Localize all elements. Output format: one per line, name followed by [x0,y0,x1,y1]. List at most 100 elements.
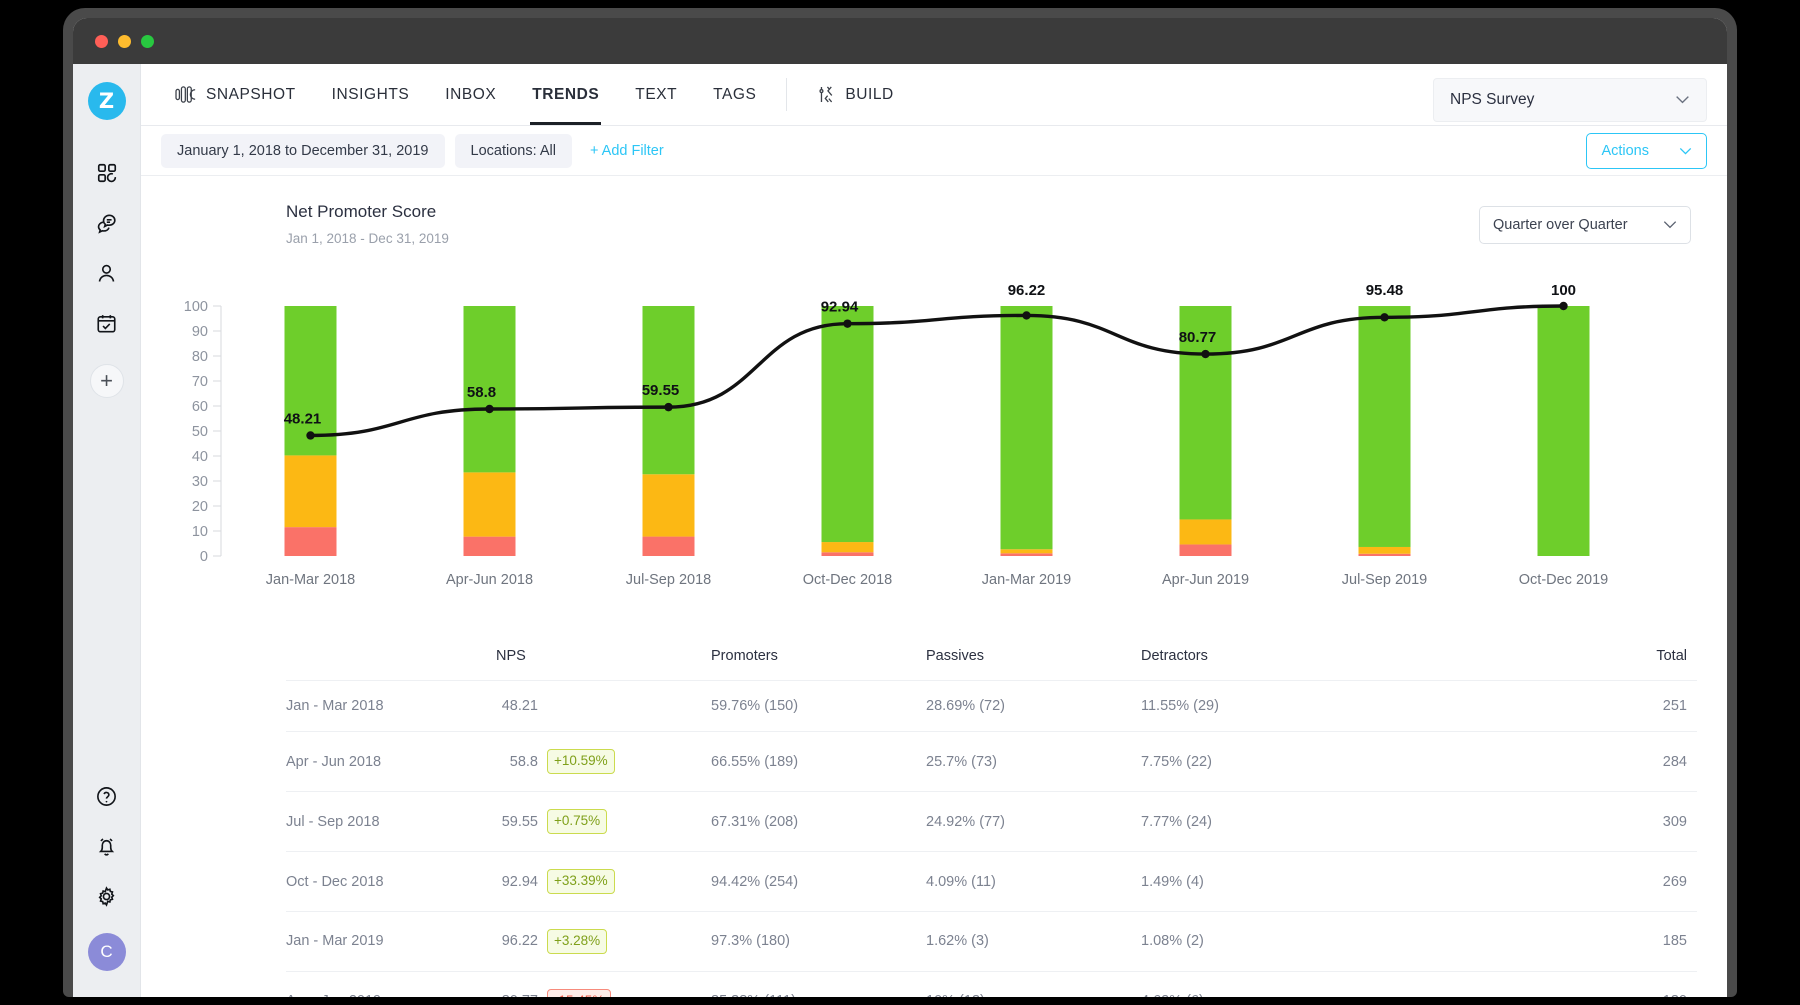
bar-segment-passives [643,475,695,537]
nps-chart: 0102030405060708090100Jan-Mar 2018Apr-Ju… [161,268,1707,628]
chart-title: Net Promoter Score [286,202,449,222]
nps-point-label: 100 [1551,282,1576,299]
actions-button[interactable]: Actions [1586,133,1707,169]
cell-passives: 24.92% (77) [926,792,1141,852]
nps-value-group: 59.55+0.75% [496,809,711,834]
chevron-down-icon [1663,217,1677,233]
conversations-icon[interactable] [84,200,130,246]
cell-total: 309 [1356,792,1697,852]
cell-period: Jul - Sep 2018 [286,792,496,852]
cell-passives: 4.09% (11) [926,852,1141,912]
bar-segment-passives [1359,547,1411,554]
bar-segment-passives [1180,520,1232,545]
user-avatar[interactable]: C [88,933,126,971]
add-button[interactable]: + [90,364,124,398]
y-tick-label: 40 [192,449,208,465]
survey-selector[interactable]: NPS Survey [1433,78,1707,122]
table-row[interactable]: Oct - Dec 201892.94+33.39%94.42% (254)4.… [286,852,1697,912]
tab-insights[interactable]: INSIGHTS [314,64,428,125]
cell-detractors: 1.49% (4) [1141,852,1356,912]
table-row[interactable]: Jan - Mar 201848.2159.76% (150)28.69% (7… [286,681,1697,732]
cell-promoters: 85.38% (111) [711,971,926,997]
screen: Z [73,18,1727,997]
nps-line-point [1022,312,1030,320]
nps-line-point [1380,314,1388,322]
cell-promoters: 97.3% (180) [711,911,926,971]
tools-icon [815,84,836,105]
cell-detractors: 1.08% (2) [1141,911,1356,971]
tab-build[interactable]: BUILD [797,64,911,125]
cell-period: Apr - Jun 2019 [286,971,496,997]
bar-segment-detractors [1180,545,1232,557]
cell-total: 269 [1356,852,1697,912]
nps-value-group: 58.8+10.59% [496,749,711,774]
bar-segment-promoters [1538,306,1590,556]
chart-header: Net Promoter Score Jan 1, 2018 - Dec 31,… [161,176,1707,246]
nps-value: 58.8 [496,754,538,770]
minimize-window-button[interactable] [118,35,131,48]
cell-passives: 28.69% (72) [926,681,1141,732]
left-sidebar: Z [73,64,141,997]
table-row[interactable]: Apr - Jun 201980.77-15.45%85.38% (111)10… [286,971,1697,997]
nps-table-body: Jan - Mar 201848.2159.76% (150)28.69% (7… [286,681,1697,997]
cell-total: 284 [1356,732,1697,792]
bar-segment-detractors [285,528,337,557]
tab-text[interactable]: TEXT [617,64,695,125]
cell-promoters: 66.55% (189) [711,732,926,792]
app-logo[interactable]: Z [88,82,126,120]
cell-period: Jan - Mar 2019 [286,911,496,971]
table-row[interactable]: Apr - Jun 201858.8+10.59%66.55% (189)25.… [286,732,1697,792]
cell-promoters: 67.31% (208) [711,792,926,852]
table-row[interactable]: Jul - Sep 201859.55+0.75%67.31% (208)24.… [286,792,1697,852]
tab-tags[interactable]: TAGS [695,64,774,125]
chevron-down-icon [1679,143,1692,159]
cell-period: Apr - Jun 2018 [286,732,496,792]
close-window-button[interactable] [95,35,108,48]
col-promoters: Promoters [711,636,926,681]
app-body: Z [73,64,1727,997]
locations-filter[interactable]: Locations: All [455,134,572,168]
contacts-icon[interactable] [84,250,130,296]
add-filter-button[interactable]: + Add Filter [582,134,672,168]
chevron-down-icon [1675,91,1690,109]
tab-inbox[interactable]: INBOX [427,64,514,125]
bar-segment-promoters [1359,306,1411,547]
x-tick-label: Jul-Sep 2018 [626,572,711,588]
y-tick-label: 70 [192,374,208,390]
tab-build-label: BUILD [845,86,893,104]
bar-segment-passives [464,473,516,537]
y-tick-label: 30 [192,474,208,490]
x-tick-label: Apr-Jun 2018 [446,572,533,588]
cell-detractors: 4.62% (6) [1141,971,1356,997]
dashboard-icon[interactable] [84,150,130,196]
y-tick-label: 0 [200,549,208,565]
bar-segment-detractors [1001,554,1053,557]
granularity-select[interactable]: Quarter over Quarter [1479,206,1691,244]
bar-segment-promoters [1001,306,1053,549]
cell-nps: 58.8+10.59% [496,732,711,792]
tab-trends[interactable]: TRENDS [514,64,617,125]
nps-line-point [664,403,672,411]
notifications-icon[interactable] [84,823,130,869]
nps-point-label: 96.22 [1008,282,1046,299]
date-range-filter[interactable]: January 1, 2018 to December 31, 2019 [161,134,445,168]
x-tick-label: Jan-Mar 2019 [982,572,1071,588]
cell-passives: 25.7% (73) [926,732,1141,792]
x-tick-label: Oct-Dec 2019 [1519,572,1608,588]
col-detractors: Detractors [1141,636,1356,681]
tasks-icon[interactable] [84,300,130,346]
col-period [286,636,496,681]
top-navigation: SNAPSHOT INSIGHTS INBOX TRENDS [141,64,1727,126]
y-tick-label: 80 [192,349,208,365]
nps-point-label: 95.48 [1366,282,1404,299]
maximize-window-button[interactable] [141,35,154,48]
table-row[interactable]: Jan - Mar 201996.22+3.28%97.3% (180)1.62… [286,911,1697,971]
tab-snapshot[interactable]: SNAPSHOT [157,64,314,125]
help-icon[interactable] [84,773,130,819]
cell-period: Oct - Dec 2018 [286,852,496,912]
nav-divider [786,78,787,111]
nps-chart-svg: 0102030405060708090100Jan-Mar 2018Apr-Ju… [161,268,1681,628]
nps-table-wrap: NPS Promoters Passives Detractors Total … [286,636,1697,997]
x-tick-label: Jul-Sep 2019 [1342,572,1427,588]
settings-icon[interactable] [84,873,130,919]
